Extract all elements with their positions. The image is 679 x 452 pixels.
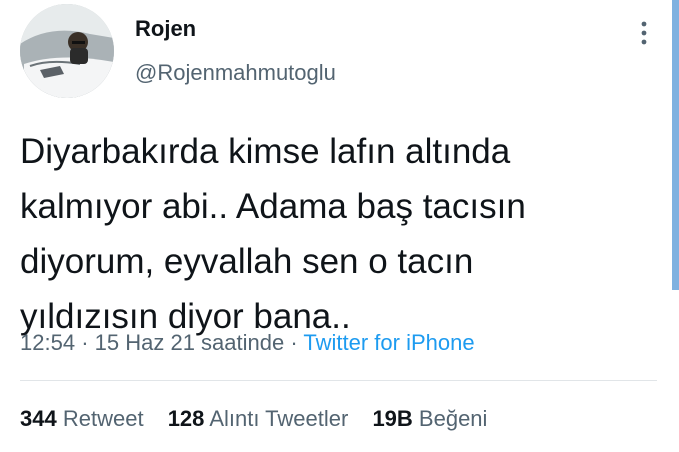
tweet-stats: 344 Retweet 128 Alıntı Tweetler 19B Beğe… xyxy=(20,406,505,432)
tweet-time[interactable]: 12:54 xyxy=(20,330,75,355)
tweet-text-line: diyorum, eyvallah sen o tacın xyxy=(20,242,474,281)
tweet-text: Diyarbakırda kimse lafın altında kalmıyo… xyxy=(20,124,640,344)
retweets-stat[interactable]: 344 Retweet xyxy=(20,406,150,431)
tweet-meta: 12:54 · 15 Haz 21 saatinde · Twitter for… xyxy=(20,330,475,356)
divider xyxy=(20,380,657,381)
tweet-card: Rojen @Rojenmahmutoglu Diyarbakırda kims… xyxy=(0,0,679,452)
user-handle[interactable]: @Rojenmahmutoglu xyxy=(135,60,336,86)
avatar[interactable] xyxy=(20,4,114,98)
retweets-label: Retweet xyxy=(62,406,144,431)
tweet-text-line: kalmıyor abi.. Adama baş tacısın xyxy=(20,187,526,226)
likes-stat[interactable]: 19B Beğeni xyxy=(372,406,487,431)
tweet-date[interactable]: 15 Haz 21 saatinde xyxy=(95,330,285,355)
more-vertical-icon[interactable] xyxy=(636,20,652,46)
likes-count: 19B xyxy=(372,406,413,431)
retweets-count: 344 xyxy=(20,406,57,431)
quotes-stat[interactable]: 128 Alıntı Tweetler xyxy=(168,406,355,431)
tweet-text-line: Diyarbakırda kimse lafın altında xyxy=(20,132,511,171)
scrollbar[interactable] xyxy=(672,0,679,290)
avatar-photo-icon xyxy=(20,4,114,98)
quotes-label: Alıntı Tweetler xyxy=(209,406,349,431)
likes-label: Beğeni xyxy=(418,406,488,431)
display-name[interactable]: Rojen xyxy=(135,16,196,42)
quotes-count: 128 xyxy=(167,406,205,431)
meta-separator: · xyxy=(290,330,298,355)
tweet-source-link[interactable]: Twitter for iPhone xyxy=(303,330,474,355)
meta-separator: · xyxy=(81,330,89,355)
